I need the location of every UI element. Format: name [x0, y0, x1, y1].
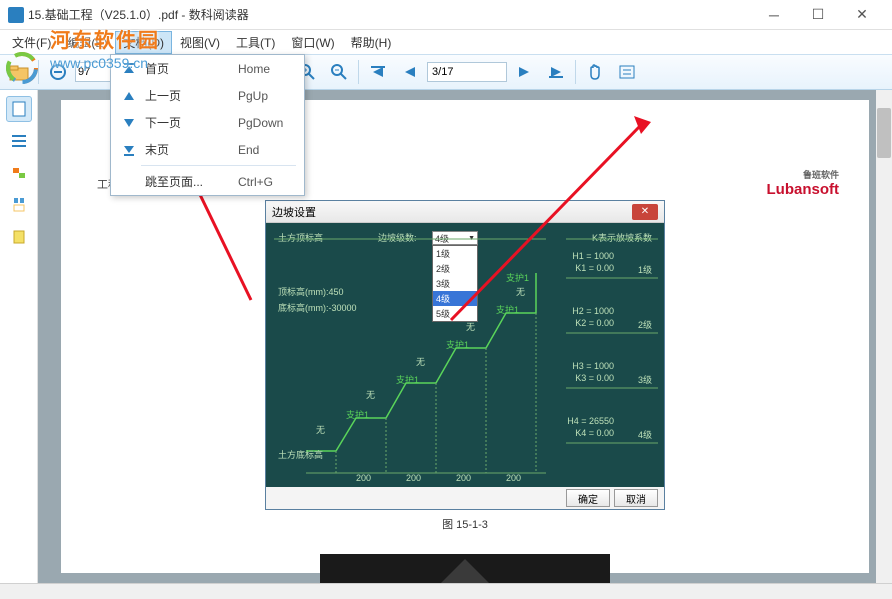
level-k3: K3 = 0.00	[575, 373, 614, 383]
ok-button[interactable]: 确定	[566, 489, 610, 507]
window-title: 15.基础工程（V25.1.0）.pdf - 数科阅读器	[28, 6, 249, 23]
bottom-dim: 200	[506, 473, 521, 483]
menu-tools[interactable]: 工具(T)	[228, 31, 283, 54]
level-lv3: 3级	[638, 373, 652, 386]
level-k4: K4 = 0.00	[575, 428, 614, 438]
menu-view[interactable]: 视图(V)	[172, 31, 228, 54]
step-wu: 无	[416, 355, 425, 368]
level-lv4: 4级	[638, 428, 652, 441]
first-page-button[interactable]	[363, 58, 393, 86]
vertical-scrollbar[interactable]	[876, 90, 892, 583]
next-page-button[interactable]	[509, 58, 539, 86]
level-h4: H4 = 26550	[567, 416, 614, 426]
figure-caption: 图 15-1-3	[77, 516, 853, 532]
statusbar	[0, 583, 892, 599]
annotation-arrow-right	[441, 110, 661, 330]
close-button[interactable]: ✕	[840, 1, 884, 29]
minimize-button[interactable]: ─	[752, 1, 796, 29]
maximize-button[interactable]: ☐	[796, 1, 840, 29]
menu-next-page[interactable]: 下一页 PgDown	[111, 109, 304, 136]
document-menu-dropdown: 首页 Home 上一页 PgUp 下一页 PgDown 末页 End 跳至页面.…	[110, 54, 305, 196]
sidebar-layers-button[interactable]	[6, 192, 32, 218]
menu-separator	[141, 165, 296, 166]
sidebar-outline-button[interactable]	[6, 128, 32, 154]
sidebar-attachment-button[interactable]	[6, 160, 32, 186]
menu-file[interactable]: 文件(F)	[4, 31, 59, 54]
bottom-dim: 200	[406, 473, 421, 483]
menu-window[interactable]: 窗口(W)	[283, 31, 342, 54]
search-zoom-out-button[interactable]	[324, 58, 354, 86]
menu-document[interactable]: 文档(D)	[115, 31, 172, 54]
scrollbar-thumb[interactable]	[877, 108, 891, 158]
menu-prev-page[interactable]: 上一页 PgUp	[111, 82, 304, 109]
sidebar-bookmark-button[interactable]	[6, 224, 32, 250]
window-titlebar: 15.基础工程（V25.1.0）.pdf - 数科阅读器 ─ ☐ ✕	[0, 0, 892, 30]
step-wu: 无	[366, 388, 375, 401]
step-zhihu: 支护1	[396, 373, 419, 386]
first-page-icon	[117, 63, 141, 75]
prev-page-icon	[117, 90, 141, 102]
zoom-out-button[interactable]	[43, 58, 73, 86]
step-zhihu: 支护1	[446, 338, 469, 351]
bottom-dim: 200	[356, 473, 371, 483]
dialog-title-text: 边坡设置	[272, 204, 316, 220]
menu-last-page[interactable]: 末页 End	[111, 136, 304, 163]
menu-help[interactable]: 帮助(H)	[343, 31, 400, 54]
toolbar-separator	[38, 60, 39, 84]
cancel-button[interactable]: 取消	[614, 489, 658, 507]
menu-edit[interactable]: 编辑(E)	[59, 31, 115, 54]
app-icon	[8, 7, 24, 23]
level-h3: H3 = 1000	[572, 361, 614, 371]
menu-first-page[interactable]: 首页 Home	[111, 55, 304, 82]
hand-tool-button[interactable]	[580, 58, 610, 86]
prev-page-button[interactable]	[395, 58, 425, 86]
menu-goto-page[interactable]: 跳至页面... Ctrl+G	[111, 168, 304, 195]
bottom-label: 土方底标高	[278, 448, 323, 461]
step-zhihu: 支护1	[346, 408, 369, 421]
menubar: 文件(F) 编辑(E) 文档(D) 视图(V) 工具(T) 窗口(W) 帮助(H…	[0, 30, 892, 54]
page-input[interactable]	[427, 62, 507, 82]
step-wu: 无	[316, 423, 325, 436]
toolbar-separator	[575, 60, 576, 84]
text-select-button[interactable]	[612, 58, 642, 86]
next-page-icon	[117, 117, 141, 129]
sidebar	[0, 90, 38, 583]
open-button[interactable]	[4, 58, 34, 86]
bottom-dim: 200	[456, 473, 471, 483]
toolbar-separator	[358, 60, 359, 84]
last-page-icon	[117, 144, 141, 156]
last-page-button[interactable]	[541, 58, 571, 86]
dark-image-strip	[320, 554, 610, 583]
brand-logo: 鲁班软件 Lubansoft	[767, 168, 840, 198]
sidebar-thumbnail-button[interactable]	[6, 96, 32, 122]
